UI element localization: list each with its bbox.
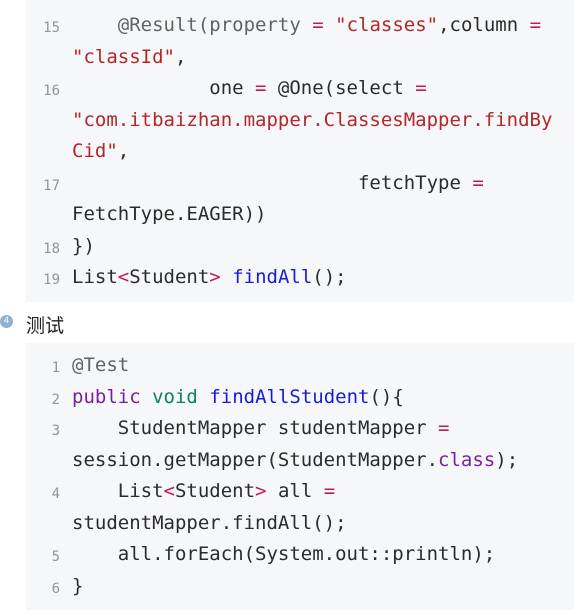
section-number-badge: 4 [0, 315, 13, 328]
code-token: < [117, 266, 130, 288]
code-token: = [529, 14, 542, 36]
code-line: 5 all.forEach(System.out::println); [26, 543, 574, 575]
code-text: "classId", [72, 46, 568, 68]
line-number: 6 [51, 580, 60, 597]
code-token: Student [174, 480, 256, 502]
code-line: 16 one = @One(select = "com.itbaizhan.map… [26, 77, 574, 172]
code-text: } [72, 575, 568, 597]
code-line: 15 @Result(property = "classes",column =… [26, 14, 574, 77]
code-token: = [438, 417, 450, 439]
code-token: session.getMapper(StudentMapper. [72, 448, 439, 471]
code-text: FetchType.EAGER)) [72, 203, 568, 225]
code-token: > [209, 266, 221, 288]
code-token: ); [495, 448, 519, 471]
code-token: Cid" [72, 140, 118, 162]
code-line: 6} [26, 575, 574, 607]
code-text: public void findAllStudent(){ [72, 386, 568, 408]
code-token: List [72, 480, 164, 502]
code-token: public [72, 385, 141, 408]
code-token: void [152, 385, 198, 408]
code-token: fetchType [72, 171, 473, 194]
code-text: @Test [72, 354, 568, 376]
code-token: @Test [72, 354, 130, 376]
line-number: 3 [51, 423, 60, 439]
code-token: (){ [369, 385, 404, 408]
code-text: StudentMapper studentMapper = [72, 417, 568, 439]
code-token: findAll [232, 266, 313, 288]
line-number: 17 [43, 177, 60, 194]
code-text: "com.itbaizhan.mapper.ClassesMapper.find… [72, 109, 568, 131]
code-token: = [312, 14, 324, 36]
code-text: all.forEach(System.out::println); [72, 543, 568, 565]
code-token: = [415, 77, 427, 99]
code-block-test: 1 @Test 2 public void findAllStudent(){ 3 St… [26, 343, 574, 610]
line-number: 18 [43, 240, 60, 257]
code-token: , [174, 45, 187, 68]
code-token: = [255, 77, 267, 99]
code-token: = [323, 480, 336, 502]
code-text: Cid", [72, 140, 568, 162]
section-title: 测试 [26, 315, 65, 337]
code-token: }) [72, 234, 95, 257]
code-token: ,column [438, 14, 530, 36]
code-token: @One(select [266, 77, 416, 99]
code-token: class [438, 448, 496, 471]
code-line: 17 fetchType = FetchType.EAGER)) [26, 172, 574, 235]
code-token: findAllStudent [209, 385, 370, 408]
code-token: all [266, 480, 324, 502]
line-number: 19 [43, 272, 60, 288]
line-number: 4 [51, 486, 60, 502]
code-token: one [72, 77, 256, 99]
code-text: List<Student> findAll(); [72, 266, 568, 288]
code-line: 4 List<Student> all = studentMapper.findA… [26, 480, 574, 543]
code-text: studentMapper.findAll(); [72, 512, 568, 534]
code-token: FetchType.EAGER)) [72, 203, 267, 225]
code-line: 3 StudentMapper studentMapper = session.g… [26, 417, 574, 480]
code-token: "classId" [72, 45, 175, 68]
code-token: < [163, 480, 175, 502]
code-line: 19 List<Student> findAll(); [26, 266, 574, 298]
code-text: }) [72, 235, 568, 257]
line-number: 2 [51, 391, 60, 408]
code-token: , [117, 140, 130, 162]
code-token: studentMapper.findAll(); [72, 511, 347, 534]
code-token: > [255, 480, 267, 502]
code-block-mapper: 15 @Result(property = "classes",column =… [26, 0, 574, 302]
line-number: 16 [43, 83, 60, 99]
code-token: Student [129, 266, 210, 288]
code-token: List [72, 266, 118, 288]
code-text: fetchType = [72, 172, 568, 194]
code-line: 2 public void findAllStudent(){ [26, 386, 574, 418]
code-token: "classes" [335, 14, 439, 36]
code-line: 1 @Test [26, 354, 574, 386]
line-number: 5 [51, 549, 60, 565]
code-token: StudentMapper studentMapper [72, 417, 439, 439]
code-line: 18}) [26, 235, 574, 267]
code-token: = [472, 171, 484, 194]
code-text: one = @One(select = [72, 77, 568, 99]
code-text: session.getMapper(StudentMapper.class); [72, 449, 568, 471]
code-token: all.forEach(System.out::println); [72, 543, 496, 565]
code-token: @Result(property [72, 14, 313, 36]
line-number: 15 [43, 20, 60, 36]
code-text: @Result(property = "classes",column = [72, 14, 568, 36]
code-text: List<Student> all = [72, 480, 568, 502]
code-token: } [72, 574, 84, 597]
line-number: 1 [51, 360, 60, 376]
code-token: (); [312, 266, 347, 288]
code-token: "com.itbaizhan.mapper.ClassesMapper.find… [72, 108, 553, 131]
